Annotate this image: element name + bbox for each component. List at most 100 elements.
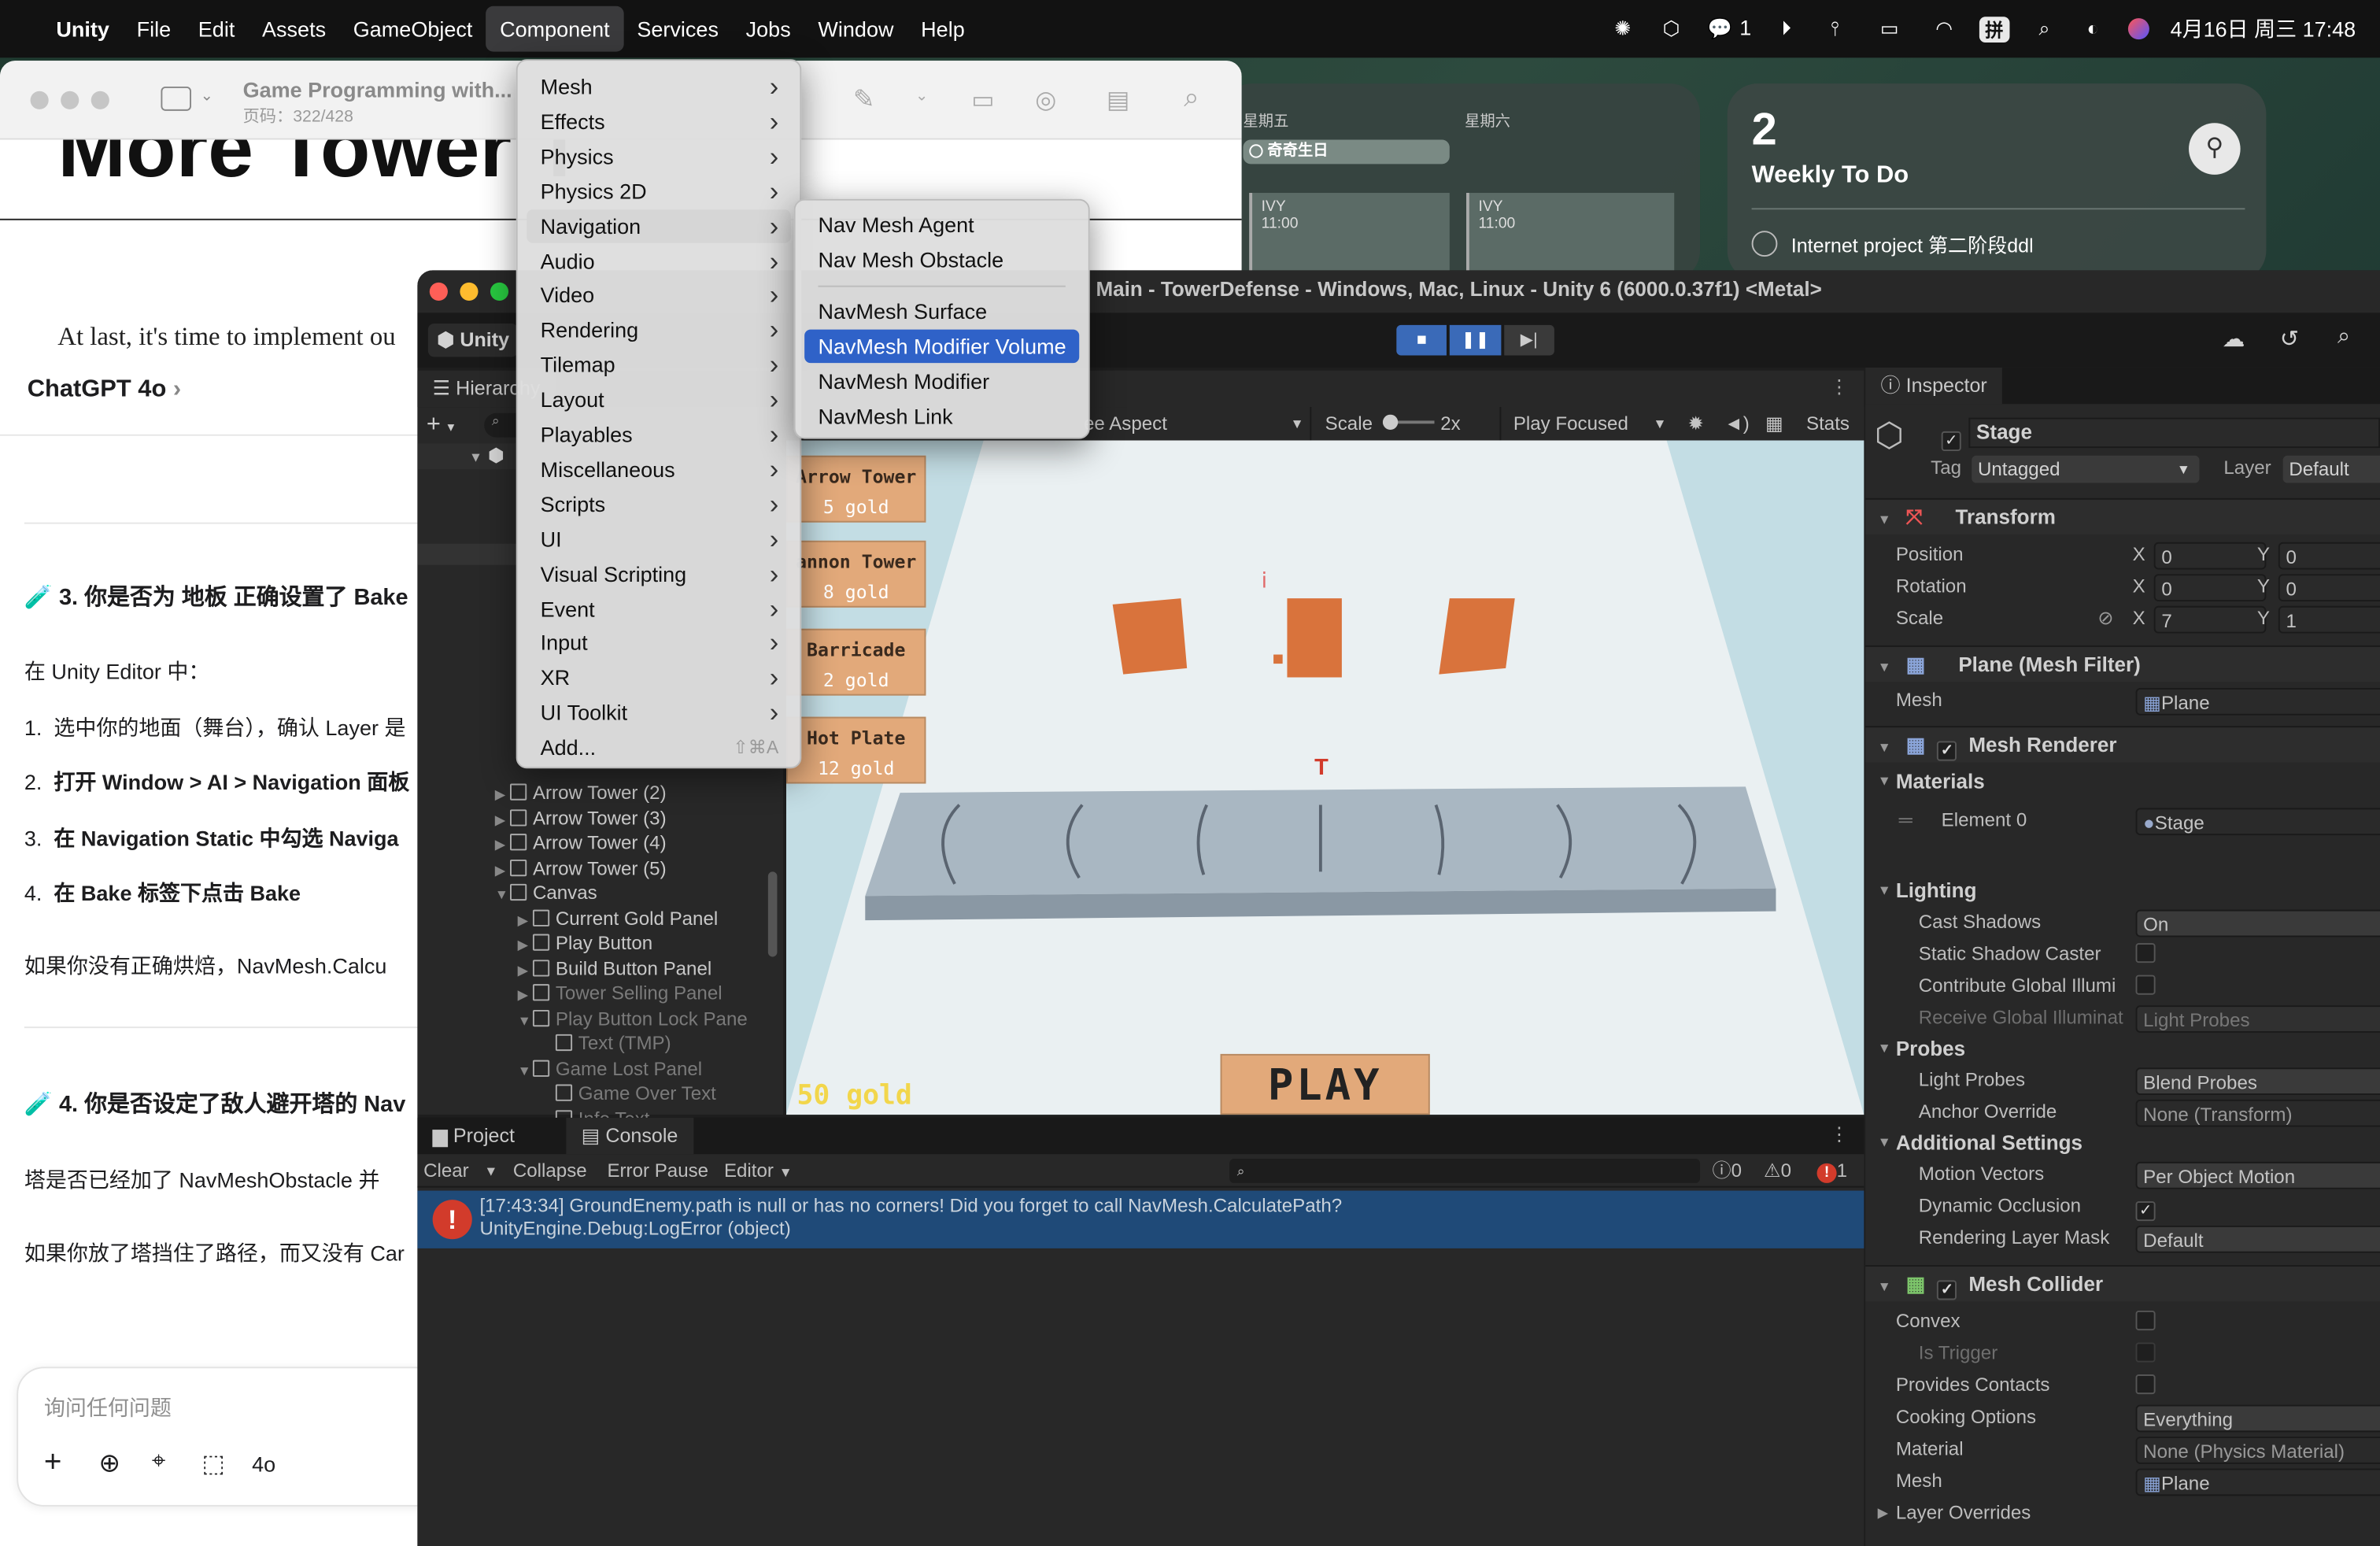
- mesh-collider-header[interactable]: ▼ ▦ ✓ Mesh Collider: [1865, 1265, 2380, 1302]
- menubar-clock[interactable]: 4月16日 周三 17:48: [2171, 13, 2356, 44]
- hierarchy-item[interactable]: ▶ Arrow Tower (3): [417, 805, 667, 832]
- spotlight-search-icon[interactable]: ⌕: [2031, 15, 2058, 43]
- control-center-icon[interactable]: ◐: [2079, 15, 2107, 43]
- submenu-item-navmesh-link[interactable]: NavMesh Link: [804, 399, 1079, 432]
- add-object-button[interactable]: + ▾: [427, 412, 454, 439]
- collider-mesh-field[interactable]: ▦Plane: [2135, 1467, 2380, 1496]
- chevron-right-icon[interactable]: ▶: [495, 832, 510, 857]
- rotate-icon[interactable]: ▭: [971, 85, 994, 116]
- chevron-down-icon[interactable]: ⌄: [915, 88, 928, 105]
- chatgpt-icon[interactable]: ✺: [1609, 15, 1637, 43]
- rotation-y-field[interactable]: 0: [2278, 573, 2380, 601]
- transform-header[interactable]: ▼ ⤧ Transform: [1865, 497, 2380, 535]
- model-selector[interactable]: 4o: [252, 1452, 275, 1476]
- stop-button[interactable]: ■: [1396, 324, 1447, 356]
- menu-item-ui[interactable]: UI ›: [527, 522, 791, 555]
- hierarchy-item[interactable]: ▶ Arrow Tower (4): [417, 830, 667, 857]
- menu-item-visual-scripting[interactable]: Visual Scripting ›: [527, 557, 791, 590]
- shop-button-annon-tower[interactable]: annon Tower 8 gold: [786, 540, 926, 608]
- menu-item-mesh[interactable]: Mesh ›: [527, 70, 791, 103]
- rotation-x-field[interactable]: 0: [2153, 573, 2267, 601]
- submenu-item-navmesh-modifier-volume[interactable]: NavMesh Modifier Volume: [804, 329, 1080, 364]
- menu-item-miscellaneous[interactable]: Miscellaneous ›: [527, 453, 791, 486]
- hierarchy-item[interactable]: ▼ Game Lost Panel: [417, 1056, 703, 1082]
- chat-header[interactable]: ChatGPT 4o ›: [28, 376, 181, 404]
- bug-icon[interactable]: ✹: [1688, 407, 1704, 440]
- constrain-proportions-icon[interactable]: ⊘: [2097, 603, 2113, 635]
- convex-checkbox[interactable]: [2135, 1310, 2156, 1331]
- apple-menu-icon[interactable]: [18, 6, 42, 52]
- console-search[interactable]: ⌕: [1229, 1159, 1701, 1183]
- chevron-down-icon[interactable]: ▼: [518, 1008, 533, 1033]
- chevron-right-icon[interactable]: ▶: [495, 857, 510, 882]
- cast-shadows-dropdown[interactable]: On: [2135, 908, 2380, 937]
- menu-item-playables[interactable]: Playables ›: [527, 418, 791, 451]
- tab-inspector[interactable]: ⓘ Inspector: [1865, 367, 2003, 405]
- menu-item-physics[interactable]: Physics ›: [527, 139, 791, 172]
- scale-y-field[interactable]: 1: [2278, 605, 2380, 633]
- error-pause-toggle[interactable]: Error Pause: [607, 1154, 708, 1187]
- play-focused-dropdown[interactable]: Play Focused ▼: [1499, 407, 1672, 441]
- submenu-item-nav-mesh-agent[interactable]: Nav Mesh Agent: [804, 208, 1079, 241]
- audio-icon[interactable]: ◄): [1724, 407, 1750, 440]
- select-icon[interactable]: ⬚: [202, 1449, 225, 1480]
- unity-icon[interactable]: ⬡: [1658, 15, 1685, 43]
- play-circle-icon[interactable]: ⏵: [1772, 15, 1800, 43]
- hierarchy-item[interactable]: ▼ Canvas: [417, 881, 597, 906]
- dynamic-occlusion-checkbox[interactable]: ✓: [2135, 1201, 2156, 1222]
- tab-project[interactable]: ▆ Project: [417, 1118, 530, 1154]
- account-button[interactable]: ⬢ Unity: [427, 323, 519, 357]
- probes-foldout[interactable]: ▼ Probes: [1865, 1033, 2380, 1065]
- static-shadow-checkbox[interactable]: [2135, 943, 2156, 963]
- shop-button-barricade[interactable]: Barricade 2 gold: [786, 628, 926, 696]
- battery-icon[interactable]: ▭: [1870, 15, 1909, 43]
- light-probes-dropdown[interactable]: Blend Probes: [2135, 1067, 2380, 1095]
- airpods-icon[interactable]: ⫯: [1821, 15, 1849, 43]
- chevron-down-icon[interactable]: ⌄: [201, 88, 213, 105]
- cooking-options-dropdown[interactable]: Everything: [2135, 1404, 2380, 1432]
- menu-item-add[interactable]: Add... ⇧⌘A: [527, 730, 791, 764]
- clear-button[interactable]: Clear: [423, 1154, 469, 1187]
- menu-app-unity[interactable]: Unity: [42, 6, 123, 52]
- menu-item-navigation[interactable]: Navigation ›: [527, 209, 791, 242]
- menu-item-scripts[interactable]: Scripts ›: [527, 487, 791, 520]
- physics-material-field[interactable]: None (Physics Material): [2135, 1436, 2380, 1463]
- menu-item-audio[interactable]: Audio ›: [527, 244, 791, 277]
- input-method[interactable]: 拼: [1979, 16, 2010, 43]
- mesh-field[interactable]: ▦Plane: [2135, 687, 2380, 715]
- menu-assets[interactable]: Assets: [249, 6, 340, 52]
- chat-input[interactable]: 询问任何问题: [44, 1393, 172, 1423]
- todo-item[interactable]: Internet project 第二阶段ddl: [1751, 229, 2034, 258]
- chevron-down-icon[interactable]: ▼: [495, 882, 510, 908]
- chevron-right-icon[interactable]: ▶: [495, 807, 510, 832]
- plus-icon[interactable]: +: [44, 1446, 62, 1481]
- tag-dropdown[interactable]: Untagged ▼: [1972, 455, 2200, 483]
- additional-settings-foldout[interactable]: ▼ Additional Settings: [1865, 1127, 2380, 1160]
- shop-button-arrow-tower[interactable]: Arrow Tower 5 gold: [786, 455, 926, 523]
- editor-dropdown[interactable]: Editor ▼: [724, 1154, 793, 1189]
- calendar-slot-1[interactable]: IVY 11:00: [1249, 193, 1450, 281]
- gizmos-grid-icon[interactable]: ▦: [1765, 407, 1783, 440]
- more-options-icon[interactable]: ⋮: [1830, 1123, 1849, 1145]
- warning-filter[interactable]: ⚠0: [1764, 1154, 1791, 1187]
- hierarchy-scrollbar[interactable]: [767, 871, 778, 957]
- calendar-slot-2[interactable]: IVY 11:00: [1466, 193, 1675, 281]
- lighting-foldout[interactable]: ▼ Lighting: [1865, 875, 2380, 907]
- globe-icon[interactable]: ⊕: [98, 1449, 120, 1480]
- hierarchy-item[interactable]: ▶ Play Button: [417, 931, 653, 956]
- hierarchy-item[interactable]: ▶ Current Gold Panel: [417, 906, 719, 931]
- menu-file[interactable]: File: [123, 6, 184, 52]
- game-view[interactable]: ⅰ T Arrow Tower 5 gold annon Tower 8 gold Ba…: [786, 440, 1864, 1115]
- minimize-button[interactable]: [61, 90, 79, 109]
- clear-options-dropdown[interactable]: ▼: [484, 1154, 497, 1187]
- shop-button-hot-plate[interactable]: Hot Plate 12 gold: [786, 716, 926, 784]
- minimize-button[interactable]: [460, 282, 479, 301]
- provides-contacts-checkbox[interactable]: [2135, 1374, 2156, 1395]
- markup-icon[interactable]: ◎: [1035, 85, 1056, 116]
- history-icon[interactable]: ↺: [2280, 325, 2299, 353]
- menu-item-tilemap[interactable]: Tilemap ›: [527, 348, 791, 381]
- menu-item-video[interactable]: Video ›: [527, 279, 791, 312]
- motion-vectors-dropdown[interactable]: Per Object Motion: [2135, 1160, 2380, 1189]
- wechat-status[interactable]: 💬 1: [1706, 15, 1752, 43]
- highlight-pen-icon[interactable]: ✎: [853, 85, 874, 116]
